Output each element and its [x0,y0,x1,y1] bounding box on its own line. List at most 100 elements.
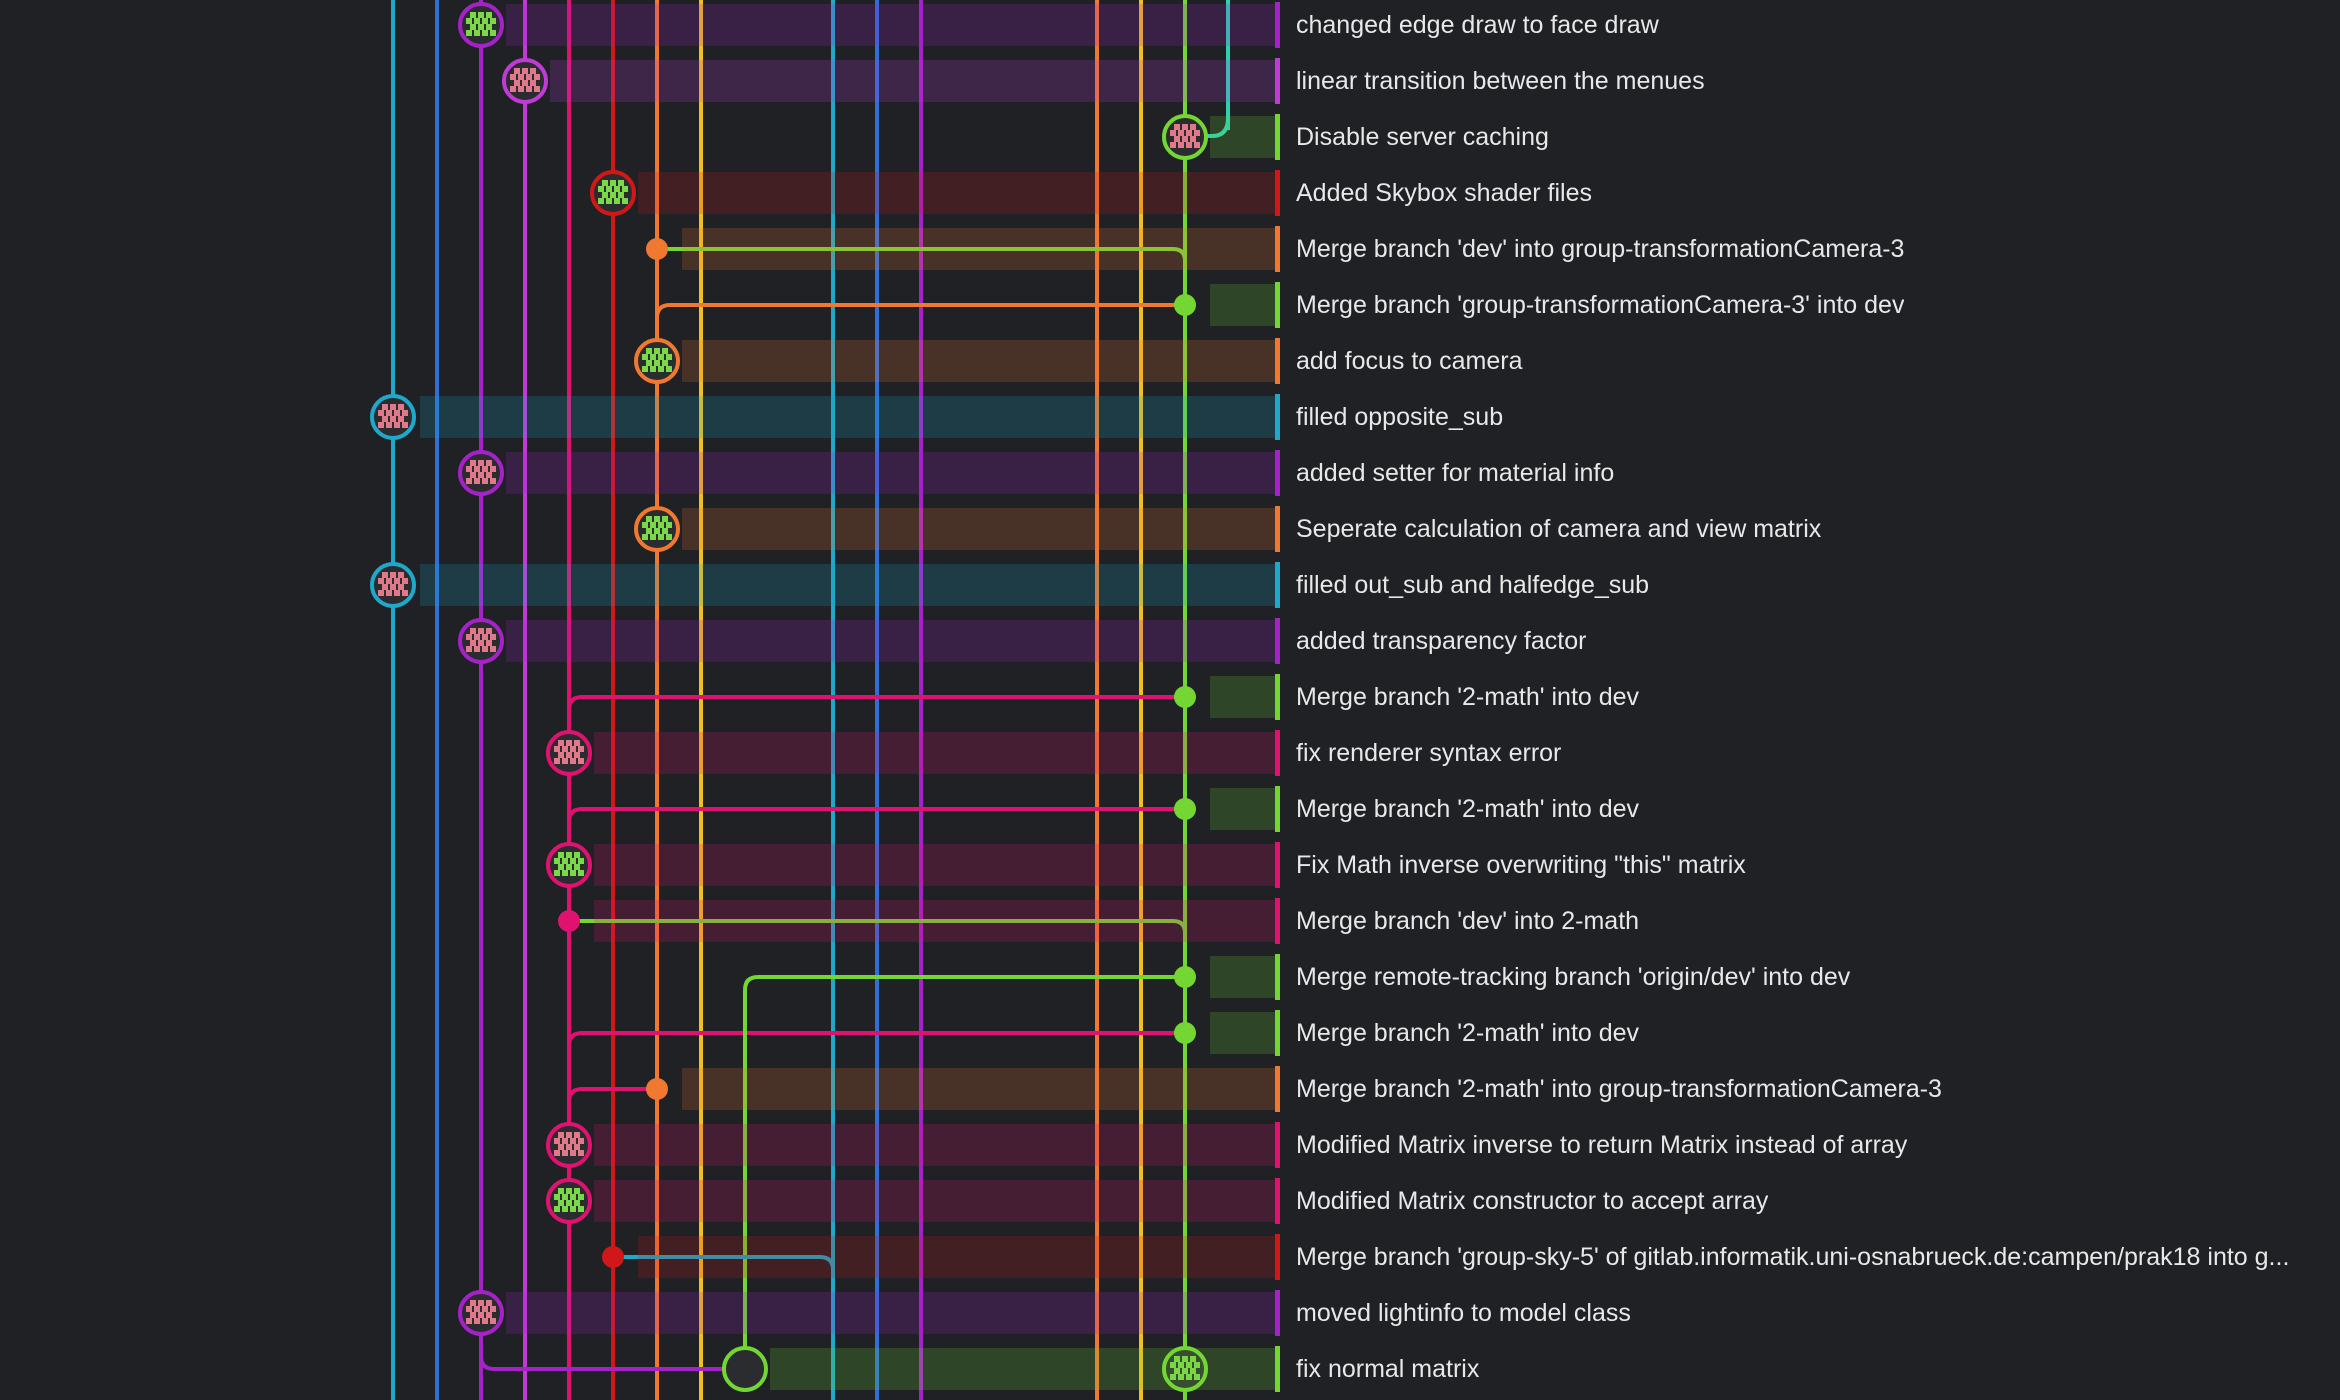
branch-highlight-band [1210,116,1275,158]
commit-row[interactable]: Merge remote-tracking branch 'origin/dev… [0,949,2340,1005]
branch-color-marker [1275,730,1280,776]
commit-message[interactable]: Added Skybox shader files [1296,165,1592,221]
commit-row[interactable]: changed edge draw to face draw [0,0,2340,53]
branch-color-marker [1275,226,1280,272]
branch-highlight-band [594,1124,1275,1166]
commit-message[interactable]: Merge remote-tracking branch 'origin/dev… [1296,949,1850,1005]
commit-message[interactable]: Merge branch '2-math' into dev [1296,781,1639,837]
branch-color-marker [1275,954,1280,1000]
branch-highlight-band [682,508,1275,550]
branch-highlight-band [682,340,1275,382]
commit-row[interactable]: added transparency factor [0,613,2340,669]
commit-row[interactable]: Merge branch 'dev' into 2-math [0,893,2340,949]
commit-list: changed edge draw to face draw linear tra… [0,0,2340,1400]
commit-message[interactable]: Merge branch '2-math' into dev [1296,1005,1639,1061]
commit-row[interactable]: Merge branch 'dev' into group-transforma… [0,221,2340,277]
branch-highlight-band [506,620,1275,662]
branch-color-marker [1275,282,1280,328]
branch-color-marker [1275,786,1280,832]
commit-message[interactable]: Merge branch '2-math' into dev [1296,669,1639,725]
branch-color-marker [1275,114,1280,160]
commit-row[interactable]: Modified Matrix inverse to return Matrix… [0,1117,2340,1173]
commit-message[interactable]: Disable server caching [1296,109,1549,165]
branch-color-marker [1275,506,1280,552]
branch-highlight-band [682,1068,1275,1110]
branch-color-marker [1275,674,1280,720]
branch-color-marker [1275,170,1280,216]
branch-color-marker [1275,338,1280,384]
commit-row[interactable]: Merge branch 'group-transformationCamera… [0,277,2340,333]
commit-row[interactable]: added setter for material info [0,445,2340,501]
branch-color-marker [1275,562,1280,608]
branch-highlight-band [594,844,1275,886]
branch-color-marker [1275,618,1280,664]
branch-highlight-band [1210,788,1275,830]
branch-color-marker [1275,1066,1280,1112]
branch-highlight-band [770,1348,1275,1390]
branch-color-marker [1275,450,1280,496]
branch-highlight-band [506,1292,1275,1334]
commit-row[interactable]: linear transition between the menues [0,53,2340,109]
commit-message[interactable]: filled out_sub and halfedge_sub [1296,557,1649,613]
commit-row[interactable]: Merge branch '2-math' into group-transfo… [0,1061,2340,1117]
branch-highlight-band [1210,284,1275,326]
branch-color-marker [1275,394,1280,440]
branch-color-marker [1275,1234,1280,1280]
branch-color-marker [1275,898,1280,944]
branch-color-marker [1275,1346,1280,1392]
commit-message[interactable]: fix normal matrix [1296,1341,1479,1397]
commit-message[interactable]: Merge branch 'group-transformationCamera… [1296,277,1904,333]
commit-message[interactable]: Merge branch 'dev' into group-transforma… [1296,221,1904,277]
commit-message[interactable]: added setter for material info [1296,445,1614,501]
branch-color-marker [1275,1010,1280,1056]
branch-highlight-band [638,172,1275,214]
commit-message[interactable]: Merge branch 'dev' into 2-math [1296,893,1639,949]
branch-highlight-band [506,4,1275,46]
commit-message[interactable]: Merge branch 'group-sky-5' of gitlab.inf… [1296,1229,2289,1285]
commit-row[interactable]: filled out_sub and halfedge_sub [0,557,2340,613]
commit-message[interactable]: Fix Math inverse overwriting "this" matr… [1296,837,1746,893]
branch-highlight-band [682,228,1275,270]
branch-highlight-band [506,452,1275,494]
commit-message[interactable]: Modified Matrix constructor to accept ar… [1296,1173,1768,1229]
commit-row[interactable]: fix renderer syntax error [0,725,2340,781]
commit-row[interactable]: Disable server caching [0,109,2340,165]
commit-message[interactable]: Merge branch '2-math' into group-transfo… [1296,1061,1942,1117]
branch-highlight-band [594,900,1275,942]
commit-message[interactable]: add focus to camera [1296,333,1523,389]
commit-row[interactable]: Merge branch '2-math' into dev [0,781,2340,837]
commit-message[interactable]: linear transition between the menues [1296,53,1705,109]
branch-highlight-band [1210,956,1275,998]
commit-row[interactable]: Seperate calculation of camera and view … [0,501,2340,557]
branch-highlight-band [1210,1012,1275,1054]
commit-row[interactable]: add focus to camera [0,333,2340,389]
branch-highlight-band [1210,676,1275,718]
commit-message[interactable]: added transparency factor [1296,613,1586,669]
branch-color-marker [1275,1178,1280,1224]
commit-row[interactable]: moved lightinfo to model class [0,1285,2340,1341]
commit-message[interactable]: changed edge draw to face draw [1296,0,1659,53]
commit-row[interactable]: Added Skybox shader files [0,165,2340,221]
commit-row[interactable]: filled opposite_sub [0,389,2340,445]
commit-message[interactable]: Modified Matrix inverse to return Matrix… [1296,1117,1907,1173]
branch-color-marker [1275,58,1280,104]
commit-row[interactable]: Fix Math inverse overwriting "this" matr… [0,837,2340,893]
branch-highlight-band [638,1236,1275,1278]
commit-row[interactable]: Merge branch 'group-sky-5' of gitlab.inf… [0,1229,2340,1285]
commit-row[interactable]: fix normal matrix [0,1341,2340,1397]
commit-row[interactable]: Merge branch '2-math' into dev [0,1005,2340,1061]
branch-color-marker [1275,1290,1280,1336]
commit-row[interactable]: Merge branch '2-math' into dev [0,669,2340,725]
branch-color-marker [1275,1122,1280,1168]
commit-message[interactable]: filled opposite_sub [1296,389,1503,445]
commit-message[interactable]: fix renderer syntax error [1296,725,1561,781]
commit-message[interactable]: Seperate calculation of camera and view … [1296,501,1821,557]
branch-color-marker [1275,842,1280,888]
branch-highlight-band [594,1180,1275,1222]
commit-message[interactable]: moved lightinfo to model class [1296,1285,1631,1341]
branch-highlight-band [420,564,1275,606]
branch-color-marker [1275,2,1280,48]
branch-highlight-band [420,396,1275,438]
commit-row[interactable]: Modified Matrix constructor to accept ar… [0,1173,2340,1229]
branch-highlight-band [550,60,1275,102]
